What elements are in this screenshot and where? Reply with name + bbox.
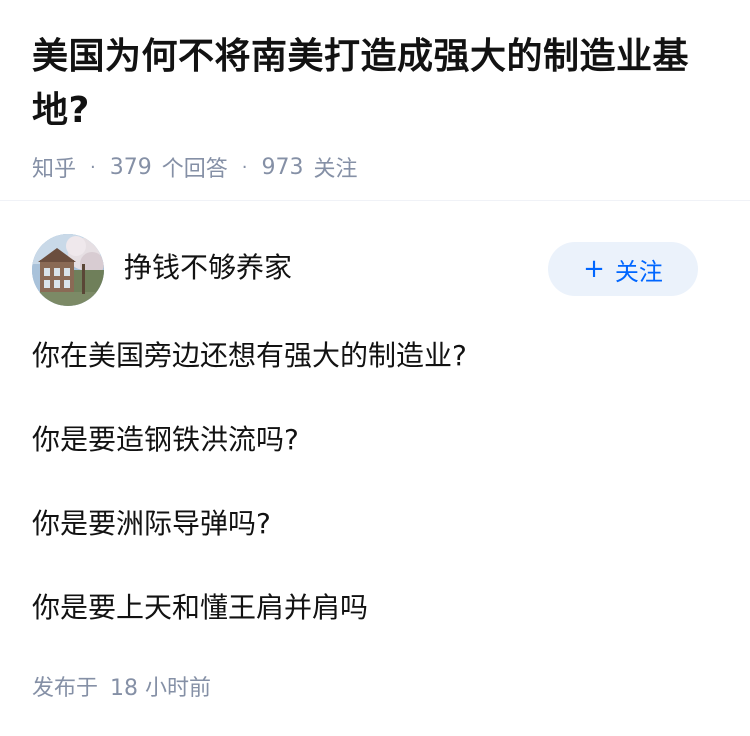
follower-count: 973 [261, 154, 304, 180]
follow-button-label: 关注 [614, 257, 663, 286]
question-meta: 知乎 · 379 个回答 · 973 关注 [32, 151, 722, 183]
plus-icon: + [583, 254, 605, 284]
author-name[interactable]: 挣钱不够养家 [124, 248, 292, 288]
follower-count-label: 关注 [313, 157, 358, 182]
meta-separator: · [241, 156, 248, 178]
avatar[interactable] [32, 234, 104, 306]
answer-paragraph: 你是要洲际导弹吗? [32, 507, 271, 540]
answer-count: 379 [109, 154, 152, 180]
source-label[interactable]: 知乎 [32, 151, 76, 183]
publish-time: 发布于 18 小时前 [32, 670, 211, 702]
avatar-image [32, 234, 104, 306]
publish-time-value: 18 小时前 [110, 676, 212, 701]
author-row: 挣钱不够养家 + 关注 [32, 234, 718, 308]
meta-separator: · [90, 156, 96, 178]
question-header: 美国为何不将南美打造成强大的制造业基地? 知乎 · 379 个回答 · 973 … [32, 30, 722, 182]
answer-body: 你在美国旁边还想有强大的制造业? 你是要造钢铁洪流吗? 你是要洲际导弹吗? 你是… [32, 332, 722, 668]
answer-paragraph: 你是要造钢铁洪流吗? [32, 423, 299, 456]
answer-paragraph: 你是要上天和懂王肩并肩吗 [32, 591, 369, 624]
answer-paragraph: 你在美国旁边还想有强大的制造业? [32, 339, 467, 372]
publish-prefix: 发布于 [32, 676, 99, 701]
follow-button[interactable]: + 关注 [548, 242, 698, 296]
section-divider [0, 200, 750, 201]
answer-count-label: 个回答 [161, 157, 228, 182]
question-title[interactable]: 美国为何不将南美打造成强大的制造业基地? [32, 30, 722, 138]
